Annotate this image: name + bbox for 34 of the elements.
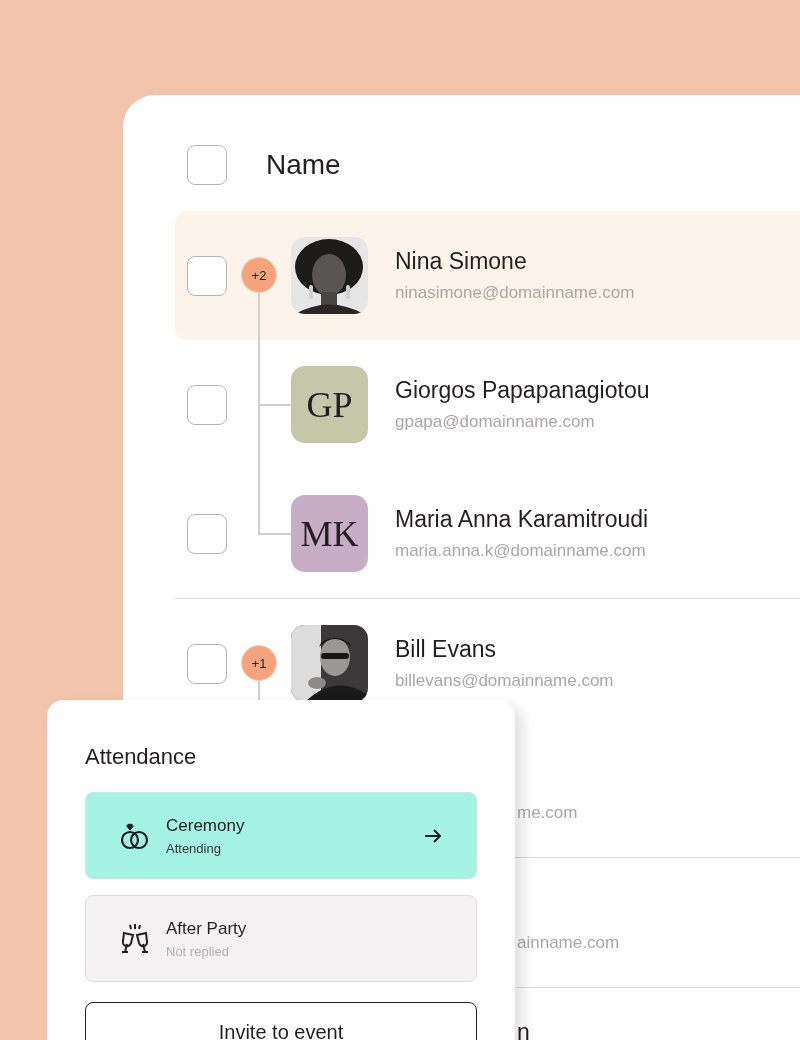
contact-email: me.com [517, 802, 579, 823]
row-checkbox[interactable] [187, 255, 227, 296]
contact-email: maria.anna.k@domainname.com [395, 541, 647, 561]
event-option[interactable]: After Party Not replied [85, 895, 477, 982]
event-status: Attending [166, 840, 222, 856]
highlighted-row[interactable]: +2 Nina Simone ninasimone@domainname.com [175, 211, 800, 340]
contact-name: Maria Anna Karamitroudi [395, 506, 649, 533]
contact-name: Bill Evans [395, 636, 497, 663]
contact-email: ainname.com [517, 932, 621, 953]
contact-row[interactable]: GP Giorgos Papapanagiotou gpapa@domainname.com [175, 340, 800, 469]
select-all-checkbox[interactable] [187, 145, 227, 185]
row-checkbox[interactable] [187, 643, 227, 684]
count-badge[interactable]: +1 [241, 645, 277, 681]
contact-name: n [517, 1019, 531, 1040]
event-name: After Party [166, 918, 248, 939]
event-status: Not replied [166, 943, 230, 959]
initials-avatar: GP [291, 366, 368, 443]
contact-name: Giorgos Papapanagiotou [395, 377, 650, 404]
event-name: Ceremony [166, 815, 246, 836]
count-badge[interactable]: +2 [241, 257, 277, 293]
contact-name: Nina Simone [395, 248, 528, 275]
column-header: Name [266, 149, 341, 181]
contact-row[interactable]: MK Maria Anna Karamitroudi maria.anna.k@domainname.com [175, 469, 800, 598]
event-option[interactable]: Ceremony Attending [85, 792, 477, 879]
popup-title: Attendance [85, 744, 197, 770]
toast-glasses-icon [120, 922, 150, 955]
row-checkbox[interactable] [187, 384, 227, 425]
invite-button[interactable]: Invite to event [85, 1002, 477, 1040]
contact-email: ninasimone@domainname.com [395, 283, 635, 303]
contact-email: gpapa@domainname.com [395, 412, 596, 432]
initials-avatar: MK [291, 495, 368, 572]
arrow-right-icon [424, 827, 442, 844]
row-checkbox[interactable] [187, 513, 227, 554]
contact-email: billevans@domainname.com [395, 671, 614, 691]
